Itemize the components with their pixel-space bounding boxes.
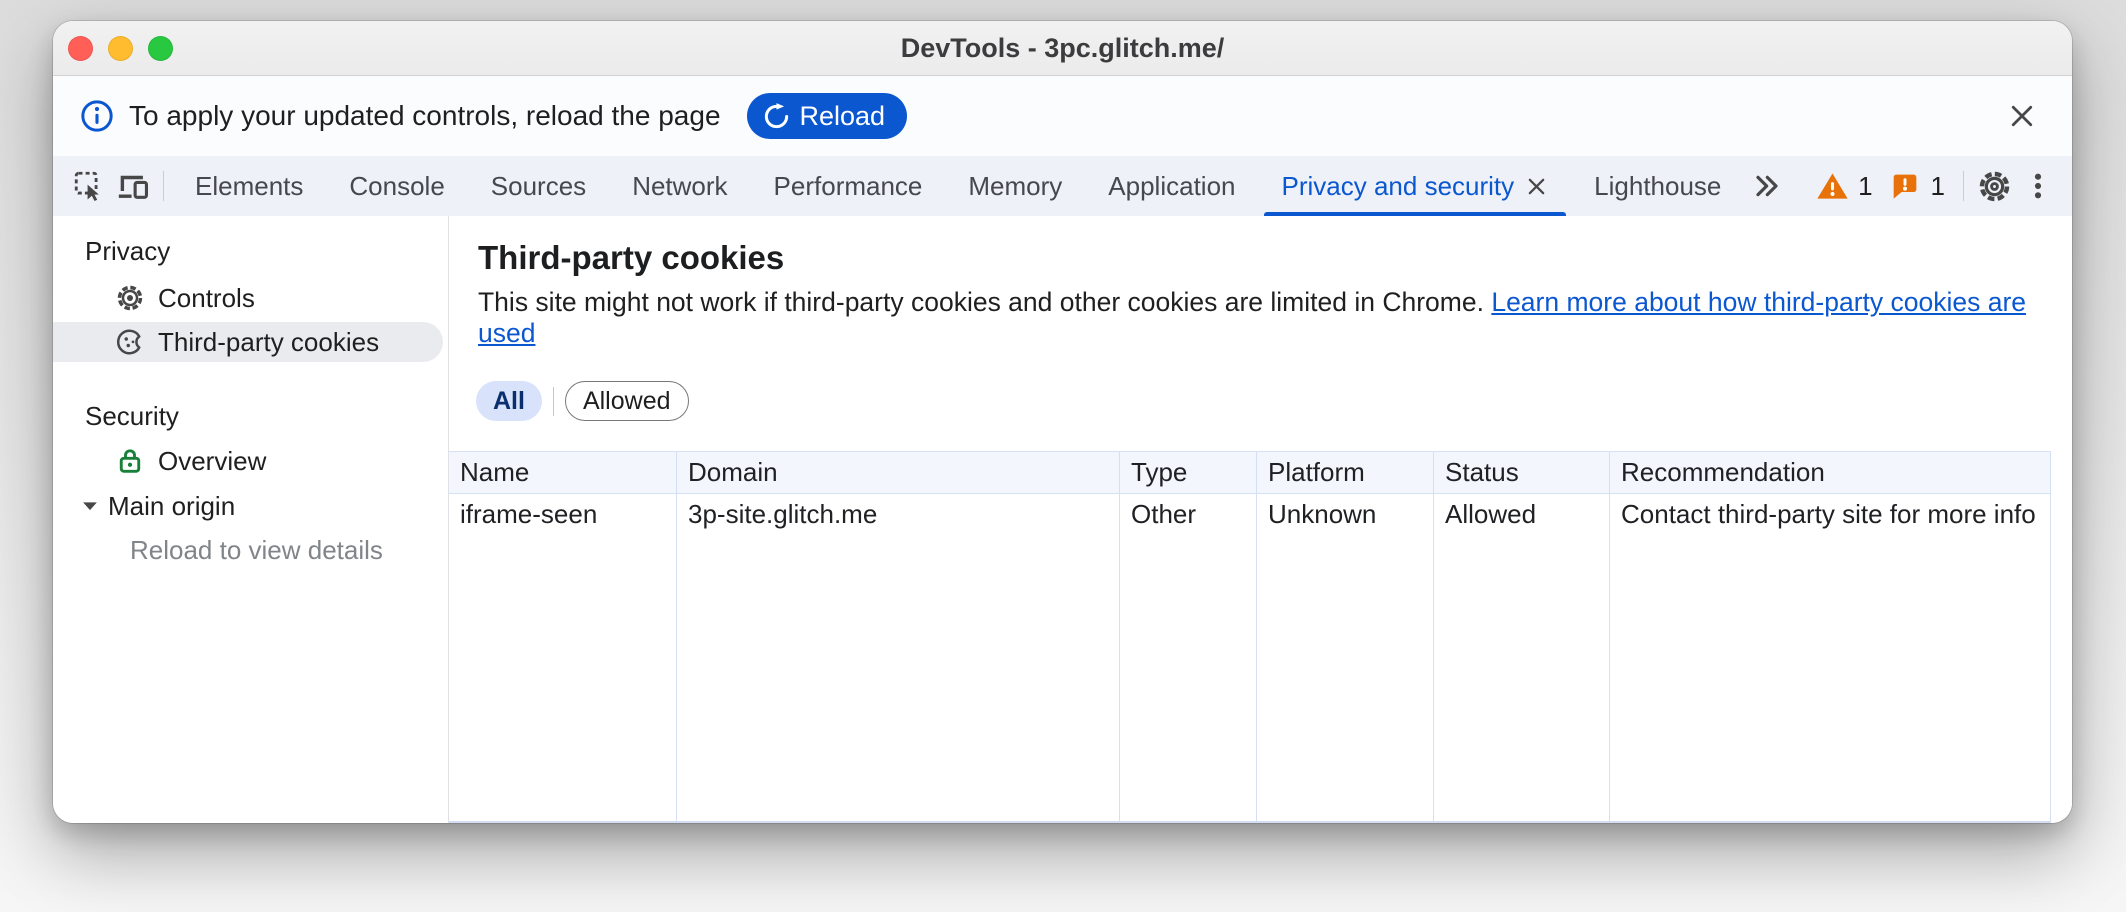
- tab-label: Performance: [774, 171, 923, 202]
- tab-network[interactable]: Network: [609, 156, 750, 216]
- cell-platform: Unknown: [1257, 494, 1434, 535]
- sidebar-section-security: Security: [85, 401, 448, 432]
- tab-label: Sources: [491, 171, 586, 202]
- reload-button-label: Reload: [800, 101, 886, 132]
- cell-recommendation: Contact third-party site for more info: [1610, 494, 2051, 535]
- tab-privacy-and-security[interactable]: Privacy and security: [1259, 156, 1572, 216]
- cell-name: iframe-seen: [449, 494, 677, 535]
- tab-label: Console: [349, 171, 444, 202]
- column-header-name[interactable]: Name: [449, 452, 677, 493]
- warning-icon[interactable]: [1810, 164, 1854, 208]
- infobar-message: To apply your updated controls, reload t…: [129, 100, 721, 132]
- info-icon: [80, 99, 114, 133]
- tab-performance[interactable]: Performance: [751, 156, 946, 216]
- sidebar-item-label: Overview: [158, 446, 266, 477]
- sidebar: Privacy Controls Third-party cookies Sec…: [53, 216, 449, 823]
- tabbar-right-group: 1 1: [1810, 164, 2060, 208]
- tab-elements[interactable]: Elements: [172, 156, 326, 216]
- tab-label: Network: [632, 171, 727, 202]
- tab-application[interactable]: Application: [1085, 156, 1258, 216]
- warning-count: 1: [1858, 171, 1872, 202]
- reload-infobar: To apply your updated controls, reload t…: [53, 76, 2072, 156]
- lock-icon: [115, 446, 145, 476]
- filter-all-chip[interactable]: All: [476, 381, 542, 421]
- triangle-down-icon: [79, 495, 101, 517]
- tab-label: Application: [1108, 171, 1235, 202]
- column-header-platform[interactable]: Platform: [1257, 452, 1434, 493]
- toolbar-divider: [163, 171, 164, 201]
- tab-label: Privacy and security: [1282, 171, 1515, 202]
- reload-button[interactable]: Reload: [747, 93, 908, 139]
- cookies-table: Name Domain Type Platform Status Recomme…: [449, 451, 2051, 823]
- sidebar-item-main-origin[interactable]: Main origin: [53, 486, 448, 526]
- column-header-domain[interactable]: Domain: [677, 452, 1120, 493]
- sidebar-section-privacy: Privacy: [85, 236, 448, 267]
- filter-chips: All Allowed: [476, 381, 2072, 421]
- column-header-status[interactable]: Status: [1434, 452, 1610, 493]
- toolbar-divider: [1963, 171, 1964, 201]
- sidebar-item-overview[interactable]: Overview: [53, 441, 448, 481]
- tab-lighthouse[interactable]: Lighthouse: [1571, 156, 1744, 216]
- issues-icon[interactable]: [1883, 164, 1927, 208]
- tab-label: Memory: [968, 171, 1062, 202]
- window-title: DevTools - 3pc.glitch.me/: [53, 21, 2072, 75]
- column-header-type[interactable]: Type: [1120, 452, 1257, 493]
- cell-domain: 3p-site.glitch.me: [677, 494, 1120, 535]
- infobar-close-icon[interactable]: [2002, 96, 2042, 136]
- description-text: This site might not work if third-party …: [478, 287, 1484, 317]
- sidebar-item-third-party-cookies[interactable]: Third-party cookies: [53, 322, 443, 362]
- sidebar-item-label: Third-party cookies: [158, 327, 379, 358]
- cell-type: Other: [1120, 494, 1257, 535]
- tab-label: Lighthouse: [1594, 171, 1721, 202]
- panel-content: Privacy Controls Third-party cookies Sec…: [53, 216, 2072, 823]
- tab-sources[interactable]: Sources: [468, 156, 609, 216]
- devtools-window: DevTools - 3pc.glitch.me/ To apply your …: [53, 21, 2072, 823]
- tab-label: Elements: [195, 171, 303, 202]
- sidebar-item-label: Main origin: [108, 491, 235, 522]
- chip-divider: [553, 387, 554, 416]
- table-header-row: Name Domain Type Platform Status Recomme…: [449, 451, 2051, 494]
- tab-close-icon[interactable]: [1525, 175, 1548, 198]
- more-tabs-icon[interactable]: [1744, 164, 1788, 208]
- table-row[interactable]: iframe-seen 3p-site.glitch.me Other Unkn…: [449, 494, 2051, 535]
- gear-dot-icon: [115, 283, 145, 313]
- filter-allowed-chip[interactable]: Allowed: [565, 381, 689, 421]
- tab-memory[interactable]: Memory: [945, 156, 1085, 216]
- page-title: Third-party cookies: [478, 239, 2072, 277]
- desktop-background: DevTools - 3pc.glitch.me/ To apply your …: [0, 0, 2126, 912]
- kebab-menu-icon[interactable]: [2016, 164, 2060, 208]
- cookie-icon: [115, 327, 145, 357]
- inspect-element-icon[interactable]: [67, 164, 111, 208]
- column-header-recommendation[interactable]: Recommendation: [1610, 452, 2051, 493]
- settings-gear-icon[interactable]: [1972, 164, 2016, 208]
- sidebar-item-label: Controls: [158, 283, 255, 314]
- tab-console[interactable]: Console: [326, 156, 467, 216]
- description: This site might not work if third-party …: [478, 287, 2072, 349]
- device-toolbar-icon[interactable]: [111, 164, 155, 208]
- reload-icon: [762, 102, 791, 131]
- reload-to-view-note: Reload to view details: [130, 535, 448, 566]
- titlebar: DevTools - 3pc.glitch.me/: [53, 21, 2072, 76]
- cell-status: Allowed: [1434, 494, 1610, 535]
- third-party-cookies-panel: Third-party cookies This site might not …: [449, 216, 2072, 823]
- devtools-tabbar: Elements Console Sources Network Perform…: [53, 156, 2072, 216]
- table-empty-area: [449, 535, 2051, 821]
- sidebar-item-controls[interactable]: Controls: [53, 278, 448, 318]
- issue-count: 1: [1931, 171, 1945, 202]
